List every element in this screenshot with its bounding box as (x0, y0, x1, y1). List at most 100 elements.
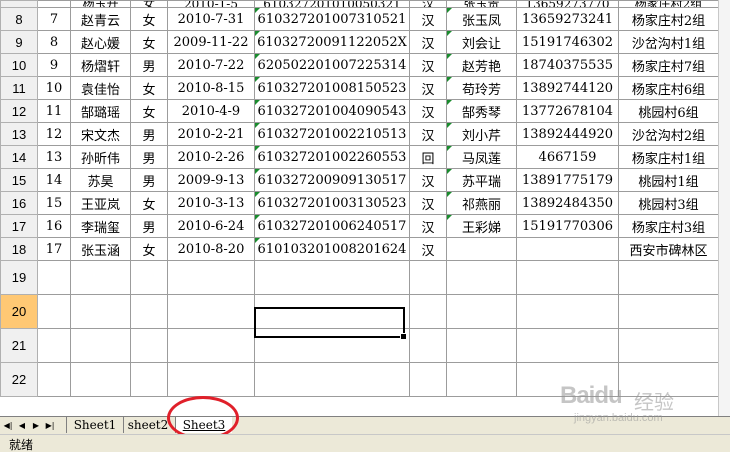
cell-gender[interactable]: 女 (130, 76, 168, 100)
prev-sheet-nav-icon[interactable]: ◀ (16, 419, 28, 432)
cell-phone[interactable]: 15191746302 (516, 30, 619, 54)
row-header[interactable]: 18 (0, 237, 38, 261)
cell-gender[interactable]: 男 (130, 53, 168, 77)
cell-gender[interactable]: 女 (130, 7, 168, 31)
cell-index[interactable]: 13 (37, 145, 71, 169)
cell-guardian[interactable]: 祁燕丽 (446, 191, 517, 215)
cell-empty[interactable] (130, 362, 168, 397)
row-header[interactable]: 19 (0, 260, 38, 295)
cell-empty[interactable] (618, 260, 719, 295)
next-sheet-nav-icon[interactable]: ▶ (30, 419, 42, 432)
cell-id-number[interactable]: 610327201004090543 (254, 99, 410, 123)
cell-ethnicity[interactable]: 回 (409, 145, 447, 169)
cell-id-number[interactable]: 610327201010050321 (254, 0, 410, 8)
cell-address[interactable]: 杨家庄村7组 (618, 53, 719, 77)
cell-guardian[interactable]: 苏平瑞 (446, 168, 517, 192)
cell-ethnicity[interactable]: 汉 (409, 0, 447, 8)
cell-name[interactable]: 李瑞玺 (70, 214, 131, 238)
cell-guardian[interactable]: 赵芳艳 (446, 53, 517, 77)
cell-ethnicity[interactable]: 汉 (409, 168, 447, 192)
cell-index[interactable]: 10 (37, 76, 71, 100)
cell-phone[interactable]: 4667159 (516, 145, 619, 169)
cell-address[interactable]: 杨家庄村2组 (618, 0, 719, 8)
row-header[interactable]: 12 (0, 99, 38, 123)
row-header[interactable]: 15 (0, 168, 38, 192)
cell-ethnicity[interactable]: 汉 (409, 122, 447, 146)
cell-empty[interactable] (516, 260, 619, 295)
cell-empty[interactable] (70, 260, 131, 295)
cell-gender[interactable]: 女 (130, 99, 168, 123)
cell-index[interactable]: 16 (37, 214, 71, 238)
cell-birthdate[interactable]: 2010-1-5 (167, 0, 255, 8)
cell-guardian[interactable]: 张玉凤 (446, 7, 517, 31)
cell-id-number[interactable]: 610327201006240517 (254, 214, 410, 238)
cell-ethnicity[interactable]: 汉 (409, 214, 447, 238)
cell-index[interactable]: 11 (37, 99, 71, 123)
cell-gender[interactable]: 女 (130, 30, 168, 54)
cell-address[interactable]: 沙岔沟村1组 (618, 30, 719, 54)
cell-guardian[interactable]: 王彩娣 (446, 214, 517, 238)
cell-id-number[interactable]: 620502201007225314 (254, 53, 410, 77)
cell-id-number[interactable]: 610327201008150523 (254, 76, 410, 100)
cell-empty[interactable] (70, 294, 131, 329)
cell-ethnicity[interactable]: 汉 (409, 76, 447, 100)
row-header[interactable]: 11 (0, 76, 38, 100)
cell-phone[interactable]: 13891775179 (516, 168, 619, 192)
cell-phone[interactable]: 15191770306 (516, 214, 619, 238)
sheet-tab-sheet1[interactable]: Sheet1 (66, 417, 123, 433)
cell-gender[interactable]: 男 (130, 214, 168, 238)
cell-address[interactable]: 杨家庄村6组 (618, 76, 719, 100)
cell-birthdate[interactable]: 2010-7-31 (167, 7, 255, 31)
cell-empty[interactable] (37, 294, 71, 329)
cell-ethnicity[interactable]: 汉 (409, 30, 447, 54)
cell-phone[interactable]: 13659273241 (516, 7, 619, 31)
cell-empty[interactable] (37, 328, 71, 363)
cell-guardian[interactable]: 郜秀琴 (446, 99, 517, 123)
cell-birthdate[interactable]: 2010-8-15 (167, 76, 255, 100)
cell-name[interactable]: 袁佳怡 (70, 76, 131, 100)
cell-birthdate[interactable]: 2010-3-13 (167, 191, 255, 215)
cell-ethnicity[interactable]: 汉 (409, 53, 447, 77)
cell-birthdate[interactable]: 2010-8-20 (167, 237, 255, 261)
cell-birthdate[interactable]: 2010-2-21 (167, 122, 255, 146)
cell-phone[interactable]: 13772678104 (516, 99, 619, 123)
cell-guardian[interactable]: 刘会让 (446, 30, 517, 54)
cell-index[interactable]: 7 (37, 7, 71, 31)
cell-empty[interactable] (130, 328, 168, 363)
cell-address[interactable]: 杨家庄村2组 (618, 7, 719, 31)
cell-address[interactable]: 桃园村3组 (618, 191, 719, 215)
active-cell-selection[interactable] (254, 307, 407, 340)
cell-gender[interactable]: 女 (130, 0, 168, 8)
cell-id-number[interactable]: 610327201007310521 (254, 7, 410, 31)
row-header[interactable]: 9 (0, 30, 38, 54)
cell-empty[interactable] (167, 294, 255, 329)
cell-index[interactable]: 14 (37, 168, 71, 192)
cell-empty[interactable] (130, 260, 168, 295)
cell-name[interactable]: 杨玉升 (70, 0, 131, 8)
cell-name[interactable]: 宋文杰 (70, 122, 131, 146)
cell-name[interactable]: 赵心媛 (70, 30, 131, 54)
cell-birthdate[interactable]: 2010-4-9 (167, 99, 255, 123)
cell-name[interactable]: 孙昕伟 (70, 145, 131, 169)
cell-birthdate[interactable]: 2009-11-22 (167, 30, 255, 54)
cell-gender[interactable]: 男 (130, 168, 168, 192)
row-header[interactable]: 22 (0, 362, 38, 397)
cell-empty[interactable] (516, 328, 619, 363)
cell-name[interactable]: 郜璐瑶 (70, 99, 131, 123)
cell-index[interactable] (37, 0, 71, 8)
cell-name[interactable]: 张玉涵 (70, 237, 131, 261)
cell-address[interactable]: 杨家庄村1组 (618, 145, 719, 169)
cell-ethnicity[interactable]: 汉 (409, 191, 447, 215)
cell-ethnicity[interactable]: 汉 (409, 99, 447, 123)
cell-name[interactable]: 杨熠轩 (70, 53, 131, 77)
cell-guardian[interactable]: 马凤莲 (446, 145, 517, 169)
cell-address[interactable]: 杨家庄村3组 (618, 214, 719, 238)
row-header[interactable]: 13 (0, 122, 38, 146)
cell-empty[interactable] (446, 328, 517, 363)
cell-id-number[interactable]: 610327201003130523 (254, 191, 410, 215)
cell-address[interactable]: 沙岔沟村2组 (618, 122, 719, 146)
cell-empty[interactable] (130, 294, 168, 329)
cell-phone[interactable]: 18740375535 (516, 53, 619, 77)
row-header[interactable]: 14 (0, 145, 38, 169)
row-header[interactable]: 8 (0, 7, 38, 31)
